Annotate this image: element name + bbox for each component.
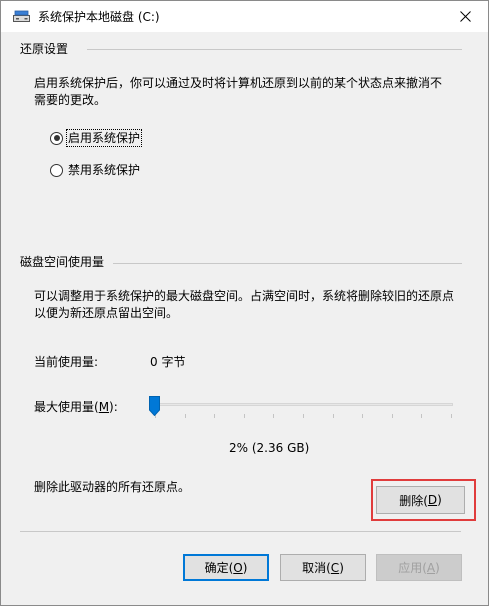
- disk-space-divider: [113, 263, 462, 264]
- current-usage-value: 0 字节: [150, 355, 186, 369]
- restore-settings-divider: [87, 49, 462, 50]
- footer-divider: [20, 531, 461, 532]
- slider-tick: [214, 414, 216, 418]
- slider-tick: [273, 414, 275, 418]
- current-usage-label: 当前使用量:: [34, 355, 99, 369]
- slider-tick: [421, 414, 423, 418]
- window-title: 系统保护本地磁盘 (C:): [38, 10, 160, 24]
- slider-tick: [391, 414, 393, 418]
- max-usage-slider-track[interactable]: [154, 403, 453, 406]
- disk-space-description: 可以调整用于系统保护的最大磁盘空间。占满空间时，系统将删除较旧的还原点以便为新还…: [34, 289, 455, 320]
- delete-button[interactable]: 删除(D): [376, 486, 465, 514]
- title-bar: 系统保护本地磁盘 (C:): [1, 1, 488, 32]
- slider-tick: [362, 414, 364, 418]
- radio-button-unchecked[interactable]: [50, 163, 63, 177]
- slider-tick: [451, 414, 452, 418]
- radio-enable-protection[interactable]: 启用系统保护: [50, 129, 143, 147]
- slider-tick: [243, 414, 245, 418]
- radio-disable-protection[interactable]: 禁用系统保护: [50, 161, 141, 179]
- radio-disable-label: 禁用系统保护: [68, 163, 141, 177]
- close-button[interactable]: [442, 1, 488, 32]
- delete-restore-points-text: 删除此驱动器的所有还原点。: [34, 480, 191, 494]
- slider-tick: [184, 414, 186, 418]
- radio-button-checked[interactable]: [50, 131, 63, 145]
- disk-space-title: 磁盘空间使用量: [20, 254, 105, 270]
- apply-button[interactable]: 应用(A): [376, 554, 462, 581]
- drive-icon: [13, 10, 30, 22]
- max-usage-label: 最大使用量(M):: [34, 400, 118, 414]
- max-usage-readout: 2% (2.36 GB): [229, 441, 310, 455]
- cancel-button[interactable]: 取消(C): [280, 554, 366, 581]
- close-icon: [459, 11, 471, 22]
- restore-settings-title: 还原设置: [20, 41, 69, 57]
- ok-button[interactable]: 确定(O): [183, 554, 269, 581]
- max-usage-slider-thumb[interactable]: [149, 396, 160, 416]
- system-protection-dialog: 系统保护本地磁盘 (C:) 还原设置 启用系统保护后，你可以通过及时将计算机还原…: [0, 0, 489, 606]
- slider-tick: [332, 414, 334, 418]
- slider-tick: [303, 414, 304, 418]
- restore-settings-description: 启用系统保护后，你可以通过及时将计算机还原到以前的某个状态点来撤消不需要的更改。: [34, 76, 443, 107]
- radio-enable-label: 启用系统保护: [65, 129, 143, 147]
